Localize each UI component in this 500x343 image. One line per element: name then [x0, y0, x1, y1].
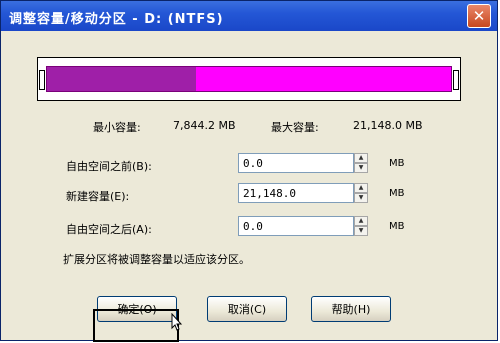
free-space-after-spinner: ▲ ▼ — [238, 216, 370, 236]
new-size-input[interactable] — [238, 183, 354, 203]
spin-down-icon[interactable]: ▼ — [354, 226, 368, 236]
free-space-after-label: 自由空间之后(A): — [66, 223, 152, 236]
free-space-after-input[interactable] — [238, 216, 354, 236]
title-bar[interactable]: 调整容量/移动分区 - D: (NTFS) ✕ — [1, 1, 497, 31]
partition-bar-track — [46, 66, 452, 92]
partition-bar[interactable] — [37, 57, 461, 101]
cancel-button[interactable]: 取消(C) — [207, 296, 287, 322]
free-space-before-spinner: ▲ ▼ — [238, 153, 370, 173]
help-button[interactable]: 帮助(H) — [311, 296, 391, 322]
spin-up-icon[interactable]: ▲ — [354, 216, 368, 226]
spin-down-icon[interactable]: ▼ — [354, 163, 368, 173]
unit-label: MB — [389, 221, 405, 232]
ok-button[interactable]: 确定(O) — [97, 296, 177, 322]
info-note: 扩展分区将被调整容量以适应该分区。 — [63, 253, 250, 266]
resize-partition-dialog: 调整容量/移动分区 - D: (NTFS) ✕ 最小容量: 7,844.2 MB… — [0, 0, 498, 342]
max-size-label: 最大容量: — [271, 121, 319, 134]
spin-up-icon[interactable]: ▲ — [354, 183, 368, 193]
close-icon: ✕ — [472, 7, 486, 25]
free-space-before-input[interactable] — [238, 153, 354, 173]
unit-label: MB — [389, 188, 405, 199]
max-size-value: 21,148.0 MB — [353, 119, 423, 132]
spin-up-icon[interactable]: ▲ — [354, 153, 368, 163]
min-size-label: 最小容量: — [93, 121, 141, 134]
partition-used-space — [47, 67, 197, 91]
right-resize-handle[interactable] — [453, 70, 459, 90]
spin-down-icon[interactable]: ▼ — [354, 193, 368, 203]
free-space-before-label: 自由空间之前(B): — [66, 160, 152, 173]
unit-label: MB — [389, 158, 405, 169]
min-size-value: 7,844.2 MB — [173, 119, 236, 132]
new-size-label: 新建容量(E): — [66, 190, 130, 203]
new-size-spinner: ▲ ▼ — [238, 183, 370, 203]
mouse-pointer-icon — [171, 313, 183, 331]
window-title: 调整容量/移动分区 - D: (NTFS) — [9, 12, 224, 27]
close-button[interactable]: ✕ — [467, 4, 491, 28]
left-resize-handle[interactable] — [39, 70, 45, 90]
